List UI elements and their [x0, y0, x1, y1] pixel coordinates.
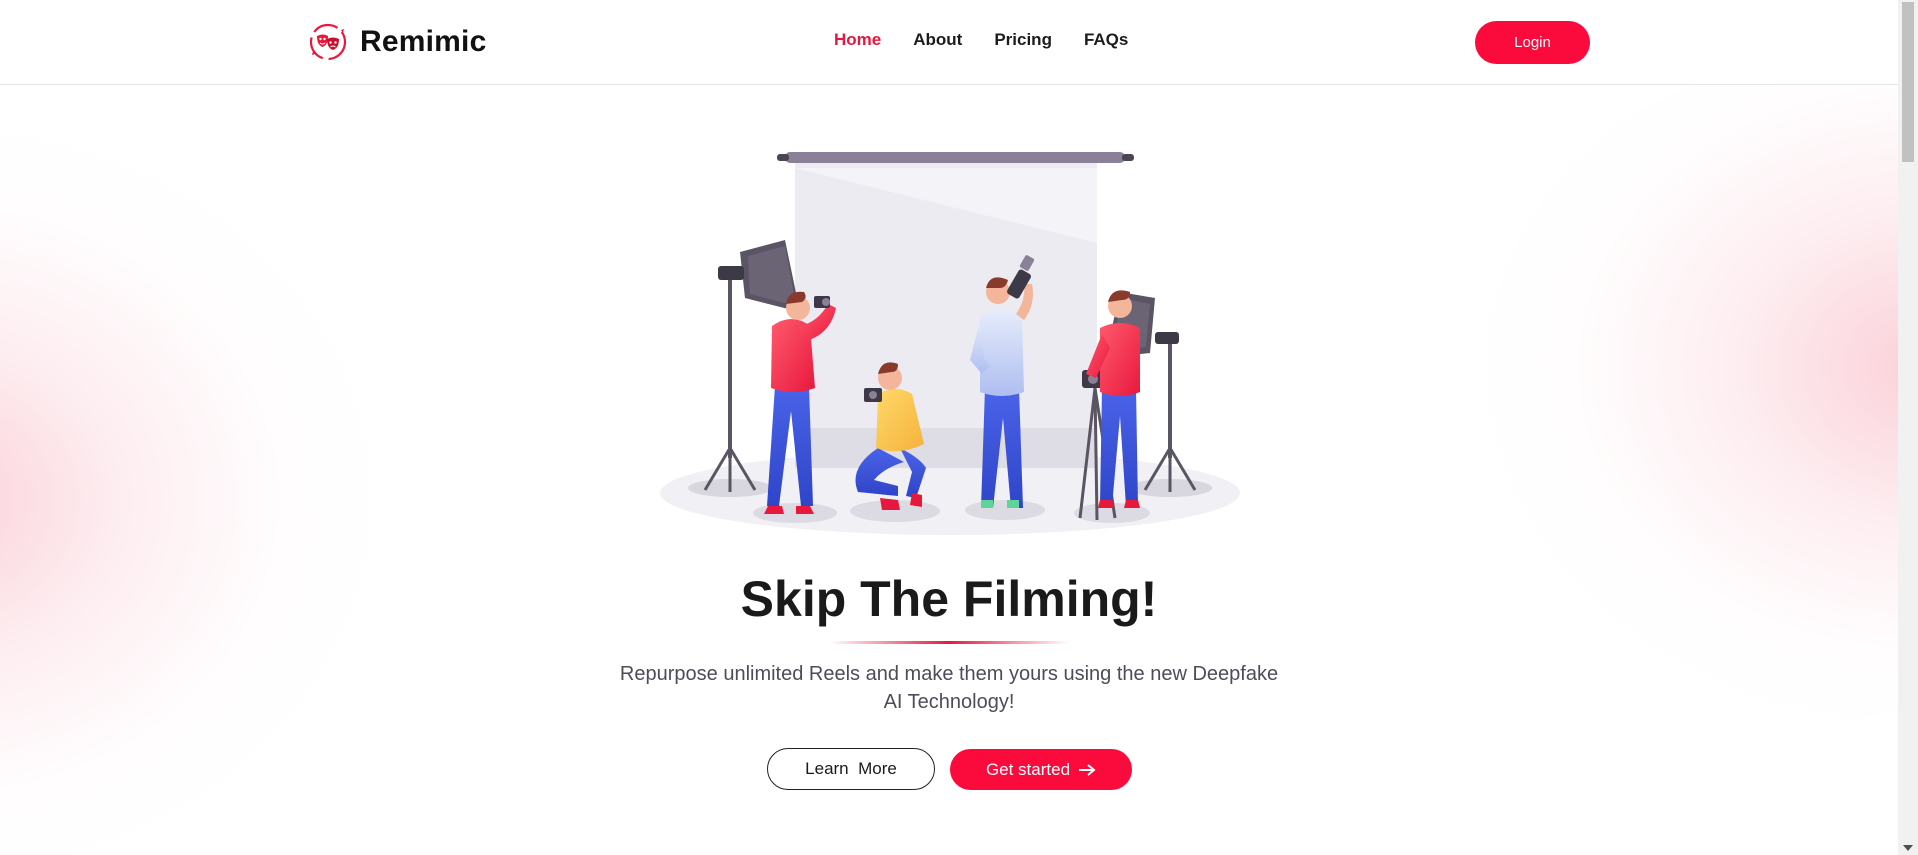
- nav-home[interactable]: Home: [834, 30, 881, 50]
- nav-about[interactable]: About: [913, 30, 962, 50]
- get-started-button[interactable]: Get started: [950, 749, 1132, 790]
- nav-faqs[interactable]: FAQs: [1084, 30, 1128, 50]
- hero-title: Skip The Filming!: [740, 571, 1158, 627]
- arrow-right-icon: [1079, 763, 1096, 776]
- learn-more-label: Learn More: [805, 759, 897, 778]
- scroll-down-arrow-icon[interactable]: [1903, 845, 1913, 851]
- page: Remimic Home About Pricing FAQs Login Sk…: [0, 0, 1898, 855]
- photo-studio-illustration: [660, 152, 1240, 535]
- nav-pricing[interactable]: Pricing: [994, 30, 1052, 50]
- site-header: Remimic Home About Pricing FAQs Login: [0, 0, 1898, 85]
- theater-masks-icon: [309, 23, 347, 61]
- background-glow-right: [1478, 70, 1898, 730]
- main-nav: Home About Pricing FAQs: [834, 30, 1160, 50]
- hero-subtitle: Repurpose unlimited Reels and make them …: [619, 663, 1279, 713]
- background-glow-left: [0, 120, 380, 855]
- vertical-scrollbar[interactable]: [1898, 0, 1918, 855]
- get-started-label: Get started: [985, 759, 1071, 779]
- scrollbar-thumb[interactable]: [1902, 2, 1914, 162]
- brand-name: Remimic: [360, 25, 487, 58]
- login-button[interactable]: Login: [1475, 21, 1590, 64]
- brand[interactable]: Remimic: [308, 20, 486, 64]
- learn-more-button[interactable]: Learn More: [767, 748, 935, 790]
- title-underline: [829, 641, 1069, 644]
